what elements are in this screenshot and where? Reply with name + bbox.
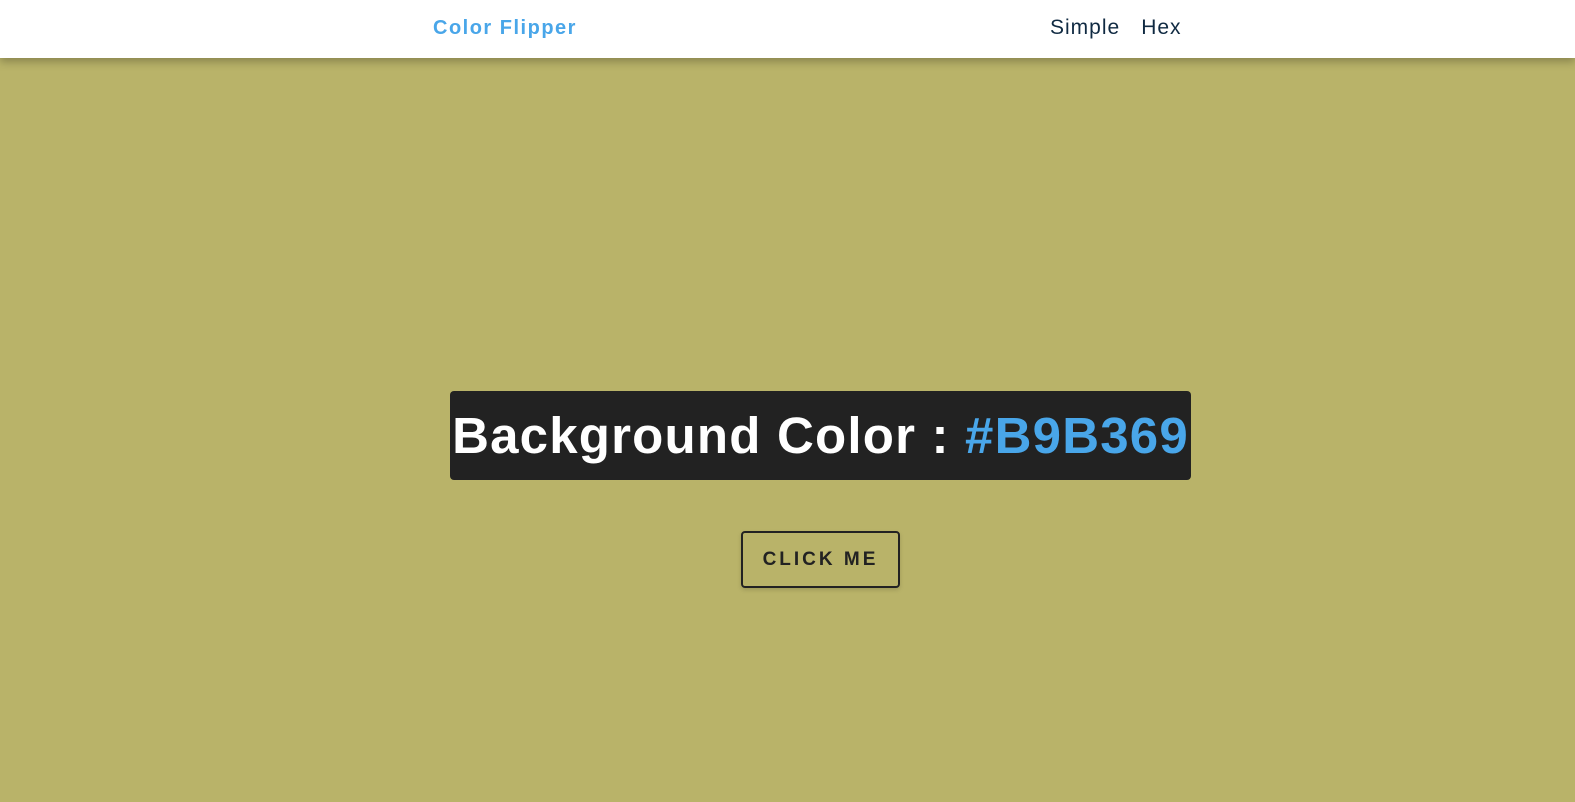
nav-links: Simple Hex (1050, 15, 1182, 41)
color-title: Background Color : #B9B369 (452, 406, 1189, 465)
color-title-prefix: Background Color : (452, 407, 966, 464)
brand-title[interactable]: Color Flipper (433, 15, 577, 41)
click-me-button[interactable]: click me (741, 531, 900, 588)
navbar: Color Flipper Simple Hex (0, 0, 1575, 58)
color-display-panel: Background Color : #B9B369 (450, 391, 1191, 480)
color-value: #B9B369 (965, 407, 1189, 464)
nav-link-simple[interactable]: Simple (1050, 15, 1120, 41)
nav-link-hex[interactable]: Hex (1141, 15, 1181, 41)
